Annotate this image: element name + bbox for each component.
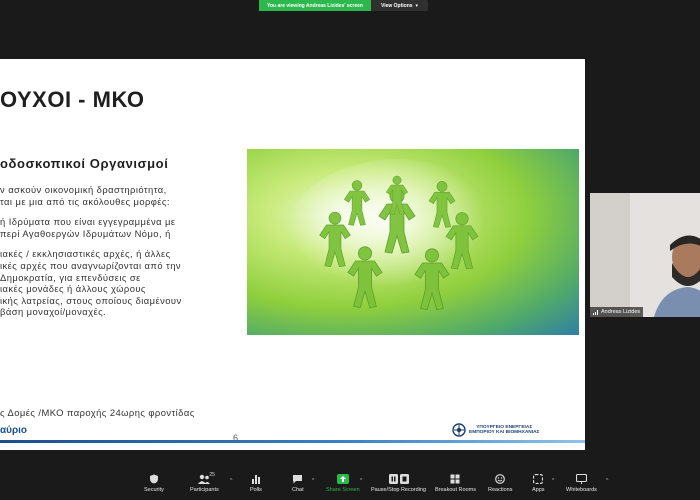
chat-button[interactable]: Chat <box>292 474 304 493</box>
pause-stop-recording-button[interactable]: Pause/Stop Recording <box>371 474 426 493</box>
screen-share-banner: You are viewing Andreas Lizides' screen … <box>259 0 429 11</box>
apps-chevron-up-icon[interactable]: ^ <box>552 478 554 484</box>
ministry-logo: ΥΠΟΥΡΓΕΙΟ ΕΝΕΡΓΕΙΑΣ ΕΜΠΟΡΙΟΥ ΚΑΙ ΒΙΟΜΗΧΑ… <box>452 423 539 437</box>
participants-button[interactable]: 25 Participants <box>190 472 219 493</box>
view-options-label: View Options <box>380 2 413 9</box>
pause-recording-label: Pause/Stop Recording <box>371 487 427 493</box>
slide-body-line: ικής λατρείας, στους οποίους διαμένουν <box>0 294 182 306</box>
security-button[interactable]: Security <box>144 474 164 493</box>
smiley-icon <box>495 474 506 484</box>
slide-body-line: ιακές / εκκλησιαστικές αρχές, ή άλλες <box>0 248 171 260</box>
shield-icon <box>149 474 158 484</box>
share-screen-label: Share Screen <box>326 487 360 493</box>
participants-chevron-up-icon[interactable]: ^ <box>230 478 232 484</box>
share-screen-button[interactable]: Share Screen <box>326 474 360 493</box>
chevron-down-icon: ▾ <box>415 2 419 9</box>
share-chevron-up-icon[interactable]: ^ <box>360 478 362 484</box>
participant-name-tag: Andreas Lizides <box>590 307 644 317</box>
whiteboards-label: Whiteboards <box>566 487 597 493</box>
participant-video-frame <box>590 193 700 317</box>
grid-icon <box>450 474 460 484</box>
slide-body-line: βάση μοναχοί/μοναχές. <box>0 306 107 318</box>
footer-logo-text: αύριο <box>0 425 28 436</box>
share-screen-icon <box>336 474 349 484</box>
ministry-emblem-icon <box>452 423 466 437</box>
slide-body-line: ικές αρχές που αναγνωρίζονται από την <box>0 259 182 271</box>
chat-bubble-icon <box>293 475 303 484</box>
participant-name: Andreas Lizides <box>601 309 641 315</box>
security-label: Security <box>144 487 164 493</box>
slide-body-line: ιακές μονάδες ή άλλους χώρους <box>0 283 146 295</box>
slide-subtitle: οδοσκοπικοί Οργανισμοί <box>0 156 169 171</box>
view-options-button[interactable]: View Options ▾ <box>370 0 429 11</box>
participant-video[interactable] <box>590 193 700 317</box>
apps-label: Apps <box>532 487 545 493</box>
viewing-screen-label: You are viewing Andreas Lizides' screen <box>259 0 371 11</box>
whiteboards-button[interactable]: Whiteboards <box>566 474 597 493</box>
participants-count: 25 <box>209 472 215 478</box>
polls-button[interactable]: Polls <box>250 474 262 493</box>
breakout-rooms-label: Breakout Rooms <box>435 487 476 493</box>
chat-label: Chat <box>292 487 304 493</box>
slide-body-line: ή Ιδρύματα που είναι εγγεγραμμένα με <box>0 216 176 228</box>
slide-bottom-line: ς Δομές /ΜΚΟ παροχής 24ωρης φροντίδας <box>0 407 195 418</box>
breakout-rooms-button[interactable]: Breakout Rooms <box>435 474 476 493</box>
meeting-toolbar: Security 25 Participants ^ Polls Chat ^ <box>0 466 700 500</box>
paper-people-illustration <box>287 159 507 310</box>
polls-label: Polls <box>250 487 262 493</box>
slide-body-line: ν ασκούν οικονομική δραστηριότητα, <box>0 184 167 195</box>
footer-divider <box>0 440 585 443</box>
reactions-label: Reactions <box>488 487 513 493</box>
chat-chevron-up-icon[interactable]: ^ <box>312 478 314 484</box>
slide-title: ΟΥΧΟΙ - ΜΚΟ <box>0 87 145 112</box>
whiteboards-chevron-up-icon[interactable]: ^ <box>606 478 608 484</box>
slide-body: ν ασκούν οικονομική δραστηριότητα, ται με… <box>0 184 240 318</box>
ministry-name-line2: ΕΜΠΟΡΙΟΥ ΚΑΙ ΒΙΟΜΗΧΑΝΙΑΣ <box>469 430 540 435</box>
apps-button[interactable]: Apps <box>532 474 545 493</box>
apps-icon <box>533 474 544 484</box>
pause-stop-icon <box>388 474 409 484</box>
reactions-button[interactable]: Reactions <box>488 474 512 493</box>
slide-body-line: Δημοκρατία, για επενδύσεις σε <box>0 271 141 283</box>
people-circle-image <box>247 149 579 335</box>
bar-chart-icon <box>251 475 260 484</box>
signal-bars-icon <box>593 309 598 315</box>
slide-body-line: ται με μια από τις ακόλουθες μορφές: <box>0 195 170 207</box>
participants-label: Participants <box>190 487 219 493</box>
slide-body-line: περί Αγαθοεργών Ιδρυμάτων Νόμο, ή <box>0 227 171 239</box>
whiteboard-icon <box>575 474 587 484</box>
shared-slide: ΟΥΧΟΙ - ΜΚΟ οδοσκοπικοί Οργανισμοί ν ασκ… <box>0 59 585 450</box>
